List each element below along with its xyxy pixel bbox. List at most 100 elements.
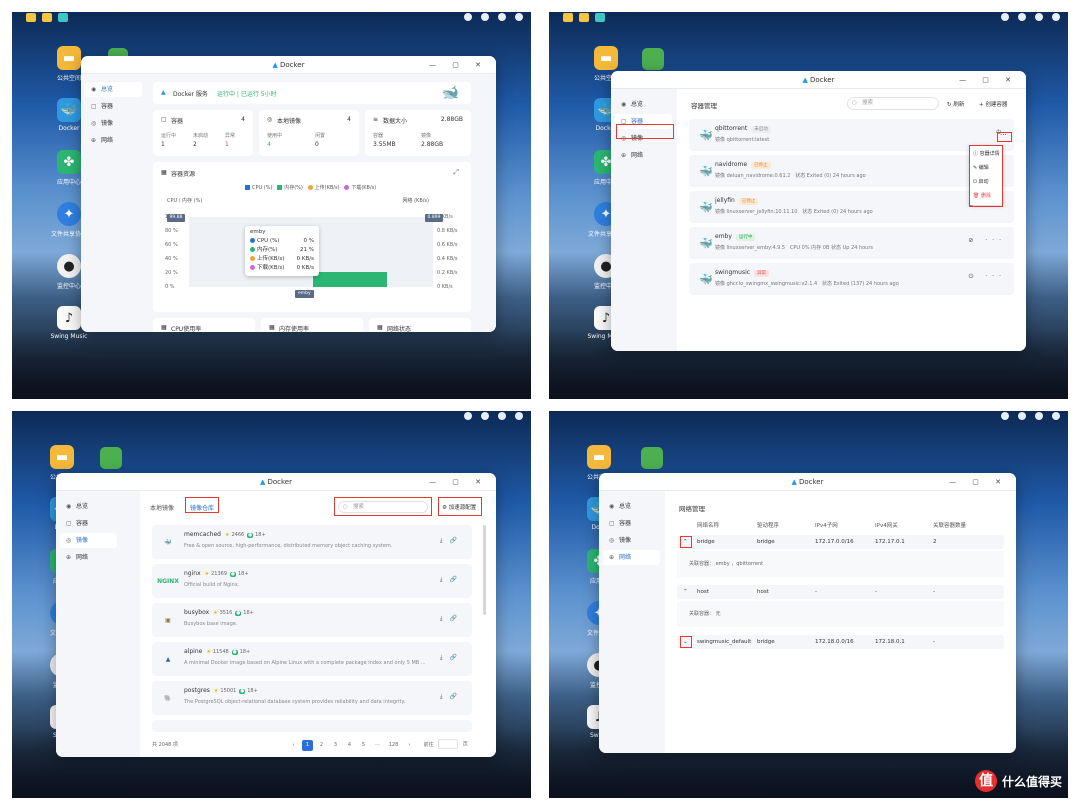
taskbar-right [464, 412, 523, 420]
containers-stat-card[interactable]: ▢ 容器 4 运行中 未启动 异常 1 2 1 [153, 110, 253, 156]
row-actions[interactable]: ⏻ ··· [969, 273, 1006, 281]
video-app-icon[interactable] [642, 48, 664, 70]
docker-icon: 🐳 [699, 273, 713, 286]
row-actions[interactable]: ⤓🔗 [440, 576, 464, 584]
table-row[interactable]: ⌃ host host - - - [677, 585, 1004, 599]
page-number[interactable]: 2 [316, 740, 327, 751]
create-container-button[interactable]: + 创建容器 [979, 100, 1007, 108]
window-controls[interactable]: — ▢ ✕ [959, 71, 1018, 89]
sidebar-item-images[interactable]: ◎ 镜像 [603, 533, 660, 548]
video-app-icon[interactable] [641, 447, 663, 469]
user-icon[interactable] [1035, 412, 1043, 420]
globe-icon[interactable] [1001, 13, 1009, 21]
row-actions[interactable]: ⊘ ··· [968, 237, 1006, 244]
star-icon: ★ [213, 610, 218, 616]
page-number[interactable]: 4 [344, 740, 355, 751]
notification-icon[interactable] [1018, 412, 1026, 420]
goto-page-input[interactable] [438, 739, 459, 749]
row-actions[interactable]: ⤓🔗 [440, 615, 464, 623]
window-controls[interactable]: — ▢ ✕ [429, 473, 488, 491]
globe-icon[interactable] [464, 13, 472, 21]
sidebar-item-images[interactable]: ◎ 镜像 [85, 116, 142, 131]
folder-icon[interactable] [579, 13, 589, 22]
page-number[interactable]: 128 [386, 740, 401, 751]
scrollbar[interactable] [483, 525, 486, 615]
service-label: Docker 服务 [173, 91, 208, 98]
network-status-card: ▦ 网络状态 [369, 318, 471, 332]
prev-page-icon[interactable]: ‹ [288, 740, 299, 751]
row-actions[interactable]: ⤓🔗 [440, 654, 464, 662]
expand-icon[interactable]: ⤢ [453, 168, 459, 177]
sidebar-item-network[interactable]: ⊕ 网络 [85, 133, 142, 148]
search-input[interactable]: ○ 搜索 [847, 97, 939, 110]
sidebar-item-overview[interactable]: ◉ 总览 [60, 499, 117, 514]
page-title: 容器管理 [691, 102, 717, 110]
sidebar-item-network[interactable]: ⊕ 网络 [603, 550, 660, 565]
chart-bar-memory[interactable] [313, 272, 387, 287]
sidebar-item-overview[interactable]: ◉ 总览 [603, 499, 660, 514]
sidebar-item-containers[interactable]: ▢ 容器 [85, 99, 142, 114]
page-number[interactable]: 3 [330, 740, 341, 751]
container-row-qbittorrent[interactable]: 🐳 qbittorrent 未启动 镜像 qbittorrent:latest ⏻ [689, 119, 1014, 151]
user-icon[interactable] [1035, 13, 1043, 21]
gear-icon[interactable] [1052, 412, 1060, 420]
left-axis-tick: 0 % [165, 284, 175, 290]
window-controls[interactable]: — ▢ ✕ [429, 56, 488, 74]
gear-icon[interactable] [515, 412, 523, 420]
table-row[interactable]: ⌃ bridge bridge 172.17.0.0/16 172.17.0.1… [677, 535, 1004, 549]
sidebar-item-images[interactable]: ◎ 镜像 [60, 533, 117, 548]
refresh-button[interactable]: ↻ 刷新 [947, 100, 964, 108]
next-page-icon[interactable]: › [404, 740, 415, 751]
notification-icon[interactable] [1018, 13, 1026, 21]
sidebar-item-network[interactable]: ⊕ 网络 [615, 148, 672, 163]
sidebar-item-containers[interactable]: ▢ 容器 [603, 516, 660, 531]
sidebar-item-containers[interactable]: ▢ 容器 [60, 516, 117, 531]
video-app-icon[interactable] [100, 447, 122, 469]
container-row-navidrome[interactable]: 🐳 navidrome 已停止 镜像 deluan_navidrome:0.61.2 … [689, 155, 1014, 187]
notification-icon[interactable] [481, 412, 489, 420]
sidebar-item-overview[interactable]: ◉ 总览 [85, 82, 142, 97]
user-icon[interactable] [498, 412, 506, 420]
legend-swatch-up [307, 185, 313, 190]
globe-icon[interactable] [1001, 412, 1009, 420]
folder-icon[interactable] [26, 13, 36, 22]
collapse-icon[interactable]: ⌃ [683, 589, 688, 595]
list-item[interactable]: NGINX nginx ★ 21369 ● 18+ Official build of Ng… [152, 564, 472, 598]
page-number[interactable]: 5 [358, 740, 369, 751]
database-icon: ≡ [373, 116, 379, 123]
sidebar: ◉ 总览 ▢ 容器 ◎ 镜像 ⊕ 网络 [56, 491, 120, 757]
list-item[interactable]: ▲ alpine ★ 11548 ● 18+ A minimal Docker image … [152, 642, 472, 676]
folder-icon[interactable] [563, 13, 573, 22]
gear-icon[interactable] [1052, 13, 1060, 21]
gear-icon[interactable] [515, 13, 523, 21]
container-row-jellyfin[interactable]: 🐳 jellyfin 已停止 镜像 linuxserver_jellyfin:10.1… [689, 191, 1014, 223]
sidebar-item-network[interactable]: ⊕ 网络 [60, 550, 117, 565]
window-controls[interactable]: — ▢ ✕ [949, 473, 1008, 491]
container-row-emby[interactable]: 🐳 emby 运行中 镜像 linuxserver_emby:4.9.5 CPU 0%… [689, 227, 1014, 259]
globe-icon[interactable] [464, 412, 472, 420]
more-actions-button[interactable]: ··· [1000, 131, 1007, 139]
sidebar-item-overview[interactable]: ◉ 总览 [615, 97, 672, 112]
row-actions[interactable]: ⤓🔗 [440, 693, 464, 701]
app-icon[interactable] [58, 13, 68, 22]
memory-icon: ▦ [269, 324, 275, 331]
images-stat-card[interactable]: ◎ 本地镜像 4 使用中 闲置 4 0 [259, 110, 359, 156]
list-item[interactable]: ▣ busybox ★ 3516 ● 18+ Busybox base image. ⤓🔗 [152, 603, 472, 637]
app-icon[interactable] [595, 13, 605, 22]
container-row-swingmusic[interactable]: 🐳 swingmusic 异常 镜像 ghcr.io_swingmx_swingmus… [689, 263, 1014, 295]
chart-tooltip: emby CPU (%) 0 % 内存(%) 21 % 上传(KB/s) 0 KB/s… [245, 226, 319, 276]
page-ellipsis[interactable]: ··· [372, 740, 383, 751]
nginx-logo-icon: NGINX [157, 577, 179, 585]
list-item[interactable]: 🐳 memcached ★ 2466 ● 18+ Free & open source, h… [152, 525, 472, 559]
folder-icon[interactable] [42, 13, 52, 22]
notification-icon[interactable] [481, 13, 489, 21]
sidebar: ◉ 总览 ▢ 容器 ◎ 镜像 ⊕ 网络 [81, 74, 145, 332]
user-icon[interactable] [498, 13, 506, 21]
tab-local-images[interactable]: 本地镜像 [150, 503, 174, 512]
list-item[interactable] [152, 720, 472, 732]
age-icon: ● [239, 689, 246, 694]
row-actions[interactable]: ⤓🔗 [440, 537, 464, 545]
list-item[interactable]: 🐘 postgres ★ 15001 ● 18+ The PostgreSQL object… [152, 681, 472, 715]
table-row[interactable]: ⌄ swingmusic_default bridge 172.18.0.0/1… [677, 635, 1004, 649]
page-number[interactable]: 1 [302, 739, 313, 751]
